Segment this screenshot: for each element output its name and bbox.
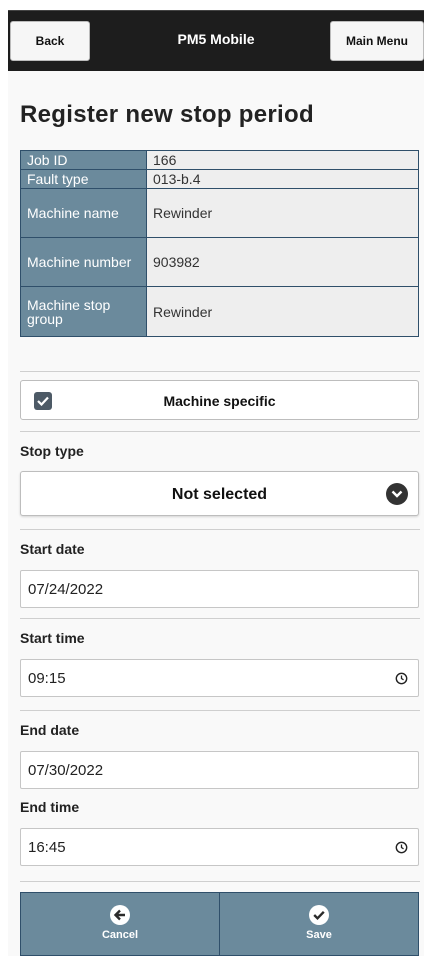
info-value: 166 <box>146 150 419 170</box>
start-date-input[interactable]: 07/24/2022 <box>20 570 419 608</box>
info-value: Rewinder <box>146 188 419 238</box>
job-info-table: Job ID 166 Fault type 013-b.4 Machine na… <box>20 150 419 337</box>
info-value: Rewinder <box>146 286 419 337</box>
cancel-button[interactable]: Cancel <box>21 893 219 955</box>
divider <box>20 618 420 619</box>
stop-type-select[interactable]: Not selected <box>20 471 419 516</box>
save-label: Save <box>306 929 332 941</box>
divider <box>20 881 420 882</box>
divider <box>20 371 420 372</box>
table-row: Job ID 166 <box>20 150 419 170</box>
clock-icon <box>395 672 408 685</box>
end-time-value: 16:45 <box>28 838 66 856</box>
machine-specific-checkbox[interactable]: Machine specific <box>20 380 419 420</box>
stop-type-value: Not selected <box>171 486 268 503</box>
end-date-input[interactable]: 07/30/2022 <box>20 751 419 789</box>
info-key: Machine name <box>20 188 147 238</box>
divider <box>20 431 420 432</box>
start-time-input[interactable]: 09:15 <box>20 659 419 697</box>
cancel-label: Cancel <box>101 929 139 941</box>
info-key: Job ID <box>20 150 147 170</box>
checkmark-icon <box>34 392 52 410</box>
start-time-value: 09:15 <box>28 669 66 687</box>
chevron-down-icon <box>386 483 408 505</box>
back-button[interactable]: Back <box>10 21 90 61</box>
end-date-label: End date <box>20 722 80 738</box>
info-value: 903982 <box>146 237 419 287</box>
page-content: Register new stop period Job ID 166 Faul… <box>8 71 424 956</box>
info-value: 013-b.4 <box>146 169 419 189</box>
start-date-label: Start date <box>20 541 85 557</box>
end-time-input[interactable]: 16:45 <box>20 828 419 866</box>
save-button[interactable]: Save <box>219 893 418 955</box>
info-key: Fault type <box>20 169 147 189</box>
machine-specific-label: Machine specific <box>163 393 276 409</box>
divider <box>20 529 420 530</box>
arrow-left-icon <box>110 905 130 925</box>
table-row: Machine number 903982 <box>20 237 419 287</box>
info-key: Machine number <box>20 237 147 287</box>
clock-icon <box>395 841 408 854</box>
table-row: Machine stop group Rewinder <box>20 286 419 337</box>
main-menu-button[interactable]: Main Menu <box>330 21 424 61</box>
divider <box>20 710 420 711</box>
page-title: Register new stop period <box>20 101 314 128</box>
table-row: Fault type 013-b.4 <box>20 169 419 189</box>
start-time-label: Start time <box>20 630 85 646</box>
end-time-label: End time <box>20 799 80 815</box>
checkmark-icon <box>309 905 329 925</box>
stop-type-label: Stop type <box>20 443 84 459</box>
header-bar: Back PM5 Mobile Main Menu <box>8 10 424 71</box>
table-row: Machine name Rewinder <box>20 188 419 238</box>
footer-toolbar: Cancel Save <box>20 892 419 956</box>
info-key: Machine stop group <box>20 286 147 337</box>
